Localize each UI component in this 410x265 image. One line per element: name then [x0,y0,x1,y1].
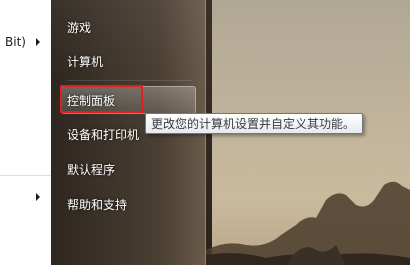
program-item-label[interactable]: Bit) [5,35,26,49]
highlight-box [60,85,143,113]
menu-item-label: 计算机 [67,54,104,69]
tooltip-text: 更改您的计算机设置并自定义其功能。 [151,117,356,131]
divider [0,175,51,176]
menu-item-help-support[interactable]: 帮助和支持 [61,190,196,218]
control-panel-tooltip: 更改您的计算机设置并自定义其功能。 [145,113,363,134]
menu-item-default-programs[interactable]: 默认程序 [61,155,196,183]
submenu-arrow-icon[interactable] [36,38,40,46]
menu-item-label: 设备和打印机 [67,127,140,142]
submenu-arrow-icon[interactable] [36,193,40,201]
menu-divider [67,80,192,81]
all-programs-pane: Bit) [0,0,51,265]
menu-item-label: 帮助和支持 [67,197,128,212]
menu-item-games[interactable]: 游戏 [61,13,196,41]
menu-item-label: 默认程序 [67,162,116,177]
menu-item-label: 游戏 [67,20,92,35]
menu-item-computer[interactable]: 计算机 [61,47,196,75]
